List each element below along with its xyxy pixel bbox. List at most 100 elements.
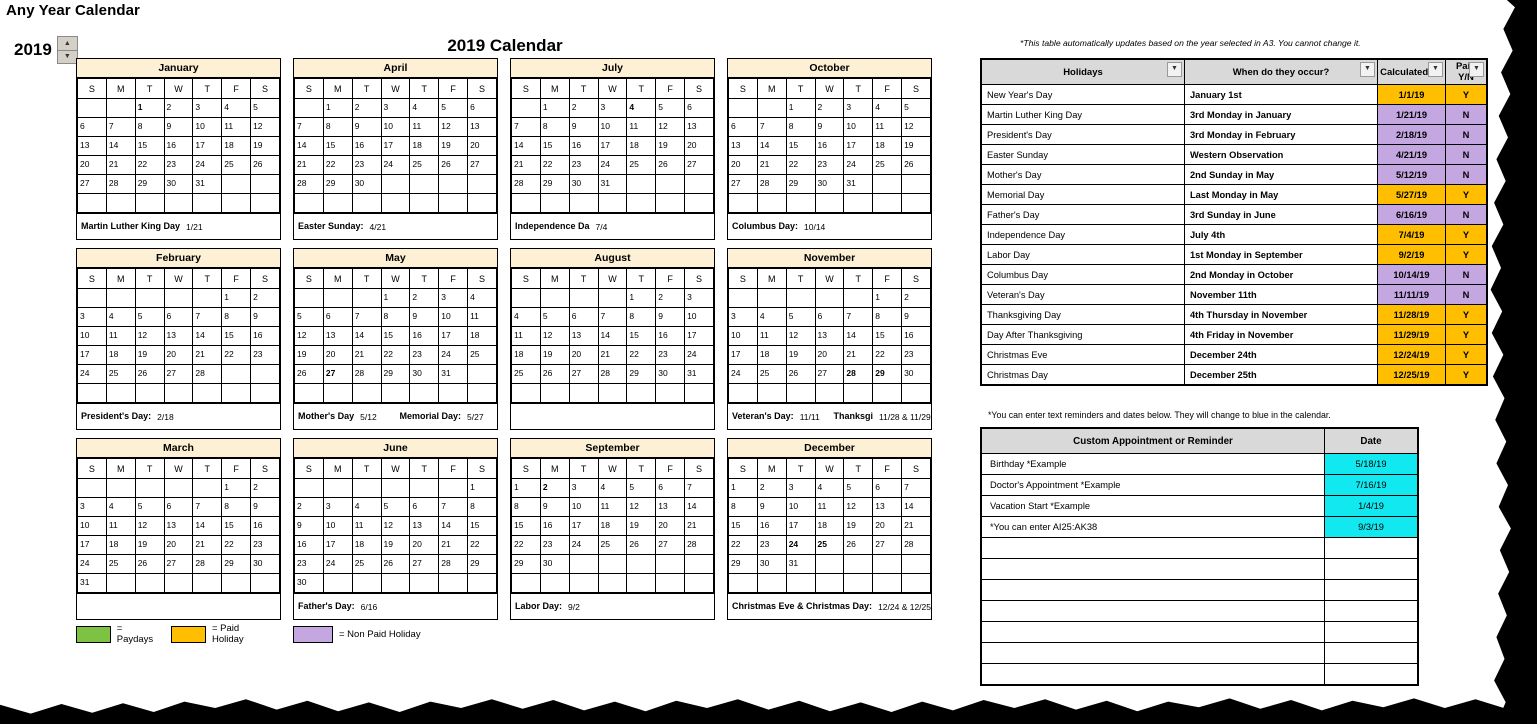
day-cell[interactable]: 29 [134,174,165,194]
day-cell[interactable]: 11 [872,117,903,137]
day-cell[interactable]: 14 [843,326,874,346]
day-cell[interactable]: 30 [351,174,382,194]
day-cell[interactable]: 8 [728,497,758,517]
day-cell[interactable]: 21 [843,345,874,365]
day-cell[interactable]: 13 [684,117,714,137]
day-cell-empty[interactable] [77,193,107,213]
day-cell-empty[interactable] [684,193,714,213]
day-cell[interactable]: 5 [134,307,165,327]
day-cell-empty[interactable] [77,383,107,403]
day-cell[interactable]: 24 [380,155,411,175]
day-cell[interactable]: 19 [134,535,165,555]
day-cell[interactable]: 25 [511,364,541,384]
day-cell-empty[interactable] [568,288,599,308]
day-cell[interactable]: 24 [728,364,758,384]
day-cell[interactable]: 12 [655,117,686,137]
day-cell-empty[interactable] [163,478,194,498]
day-cell-empty[interactable] [728,383,758,403]
day-cell[interactable]: 23 [409,345,440,365]
day-cell-empty[interactable] [409,478,440,498]
appointment-text[interactable]: *You can enter AI25:AK38 [980,516,1325,538]
day-cell[interactable]: 16 [568,136,599,156]
day-cell[interactable]: 17 [322,535,353,555]
day-cell[interactable]: 21 [438,535,469,555]
day-cell[interactable]: 13 [814,326,845,346]
day-cell[interactable]: 16 [901,326,931,346]
day-cell[interactable]: 5 [655,98,686,118]
day-cell-empty[interactable] [77,478,107,498]
day-cell-empty[interactable] [597,554,628,574]
day-cell[interactable]: 22 [380,345,411,365]
day-cell[interactable]: 20 [467,136,497,156]
day-cell[interactable]: 14 [511,136,541,156]
day-cell[interactable]: 17 [438,326,469,346]
day-cell-empty[interactable] [438,193,469,213]
day-cell-empty[interactable] [322,288,353,308]
day-cell[interactable]: 28 [901,535,931,555]
day-cell[interactable]: 17 [77,345,107,365]
day-cell[interactable]: 29 [511,554,541,574]
day-cell[interactable]: 30 [294,573,324,593]
day-cell[interactable]: 28 [192,364,223,384]
day-cell[interactable]: 15 [380,326,411,346]
day-cell[interactable]: 17 [785,516,816,536]
day-cell[interactable]: 2 [163,98,194,118]
day-cell[interactable]: 1 [872,288,903,308]
day-cell[interactable]: 25 [105,364,136,384]
day-cell[interactable]: 30 [409,364,440,384]
day-cell-empty[interactable] [568,383,599,403]
day-cell-empty[interactable] [872,383,903,403]
day-cell[interactable]: 27 [163,554,194,574]
day-cell-empty[interactable] [843,383,874,403]
day-cell[interactable]: 25 [756,364,787,384]
day-cell-empty[interactable] [163,573,194,593]
day-cell[interactable]: 23 [163,155,194,175]
day-cell[interactable]: 27 [163,364,194,384]
day-cell-empty[interactable] [250,383,280,403]
day-cell-empty[interactable] [814,193,845,213]
day-cell[interactable]: 29 [380,364,411,384]
day-cell-empty[interactable] [294,478,324,498]
day-cell[interactable]: 12 [843,497,874,517]
day-cell[interactable]: 28 [597,364,628,384]
day-cell-empty[interactable] [380,174,411,194]
day-cell-empty[interactable] [626,554,657,574]
day-cell-empty[interactable] [351,288,382,308]
day-cell[interactable]: 30 [163,174,194,194]
day-cell[interactable]: 20 [163,535,194,555]
day-cell[interactable]: 23 [814,155,845,175]
day-cell[interactable]: 21 [511,155,541,175]
day-cell[interactable]: 6 [814,307,845,327]
day-cell[interactable]: 14 [438,516,469,536]
day-cell[interactable]: 6 [77,117,107,137]
day-cell[interactable]: 28 [438,554,469,574]
day-cell[interactable]: 7 [756,117,787,137]
day-cell[interactable]: 24 [568,535,599,555]
day-cell-empty[interactable] [351,193,382,213]
day-cell[interactable]: 26 [134,364,165,384]
day-cell[interactable]: 19 [785,345,816,365]
day-cell[interactable]: 9 [539,497,570,517]
day-cell[interactable]: 14 [351,326,382,346]
day-cell[interactable]: 18 [511,345,541,365]
day-cell[interactable]: 16 [294,535,324,555]
day-cell[interactable]: 4 [626,98,657,118]
day-cell[interactable]: 26 [901,155,931,175]
day-cell-empty[interactable] [250,193,280,213]
day-cell[interactable]: 10 [568,497,599,517]
day-cell[interactable]: 5 [380,497,411,517]
day-cell-empty[interactable] [163,193,194,213]
filter-dropdown-icon[interactable]: ▼ [1428,62,1443,77]
day-cell[interactable]: 1 [467,478,497,498]
day-cell[interactable]: 1 [728,478,758,498]
day-cell-empty[interactable] [322,573,353,593]
day-cell[interactable]: 9 [655,307,686,327]
day-cell[interactable]: 28 [756,174,787,194]
day-cell[interactable]: 24 [77,554,107,574]
day-cell[interactable]: 7 [438,497,469,517]
day-cell[interactable]: 24 [77,364,107,384]
day-cell[interactable]: 14 [294,136,324,156]
day-cell-empty[interactable] [597,193,628,213]
day-cell-empty[interactable] [568,573,599,593]
day-cell[interactable]: 25 [626,155,657,175]
